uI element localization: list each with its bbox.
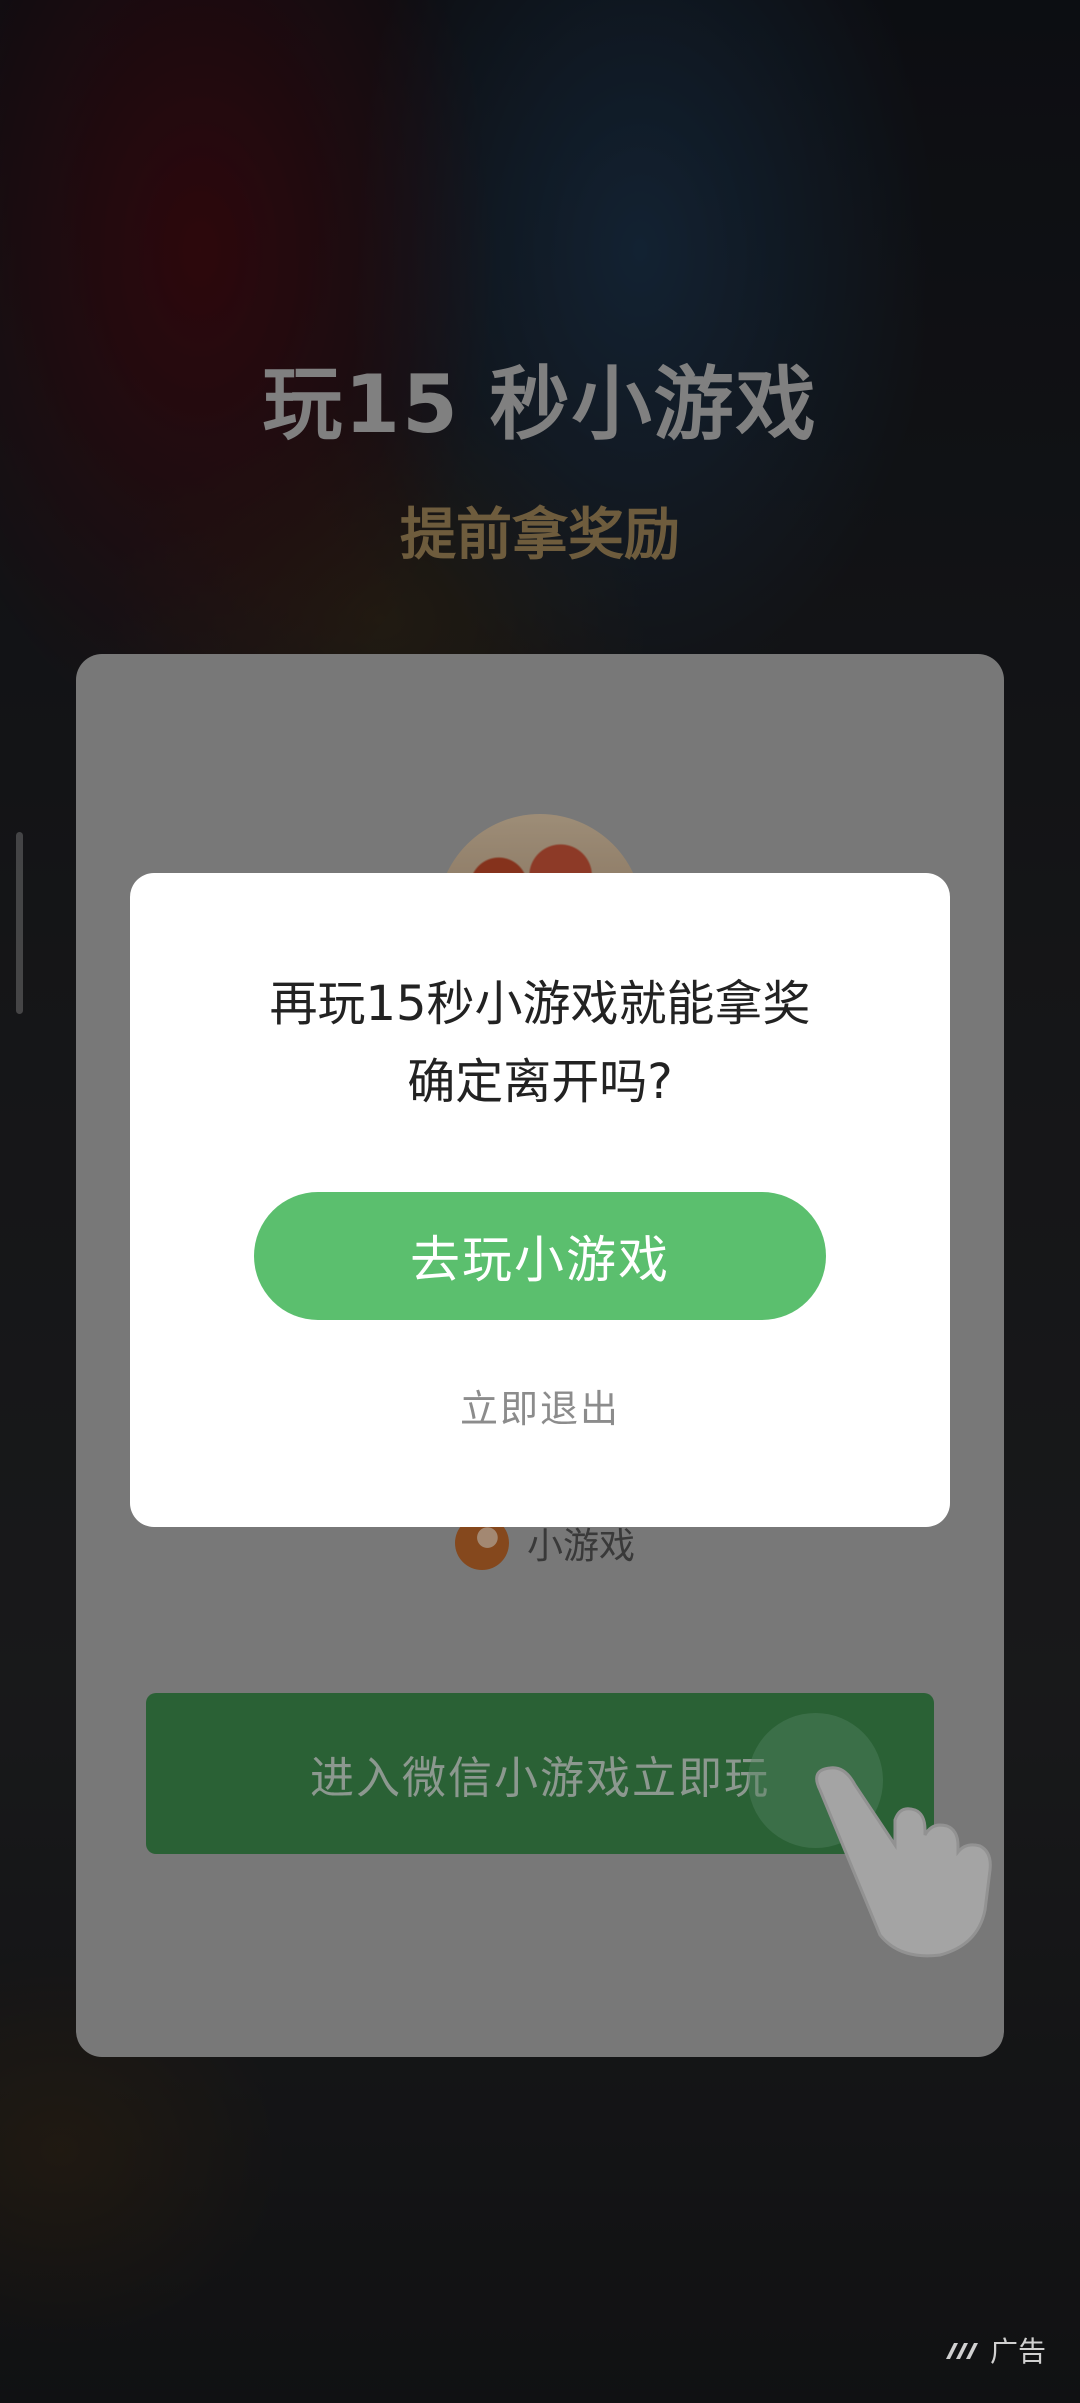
exit-now-button[interactable]: 立即退出 — [130, 1378, 950, 1433]
dialog-message-line1: 再玩15秒小游戏就能拿奖 — [269, 976, 811, 1032]
play-mini-game-button[interactable]: 去玩小游戏 — [254, 1192, 826, 1320]
dialog-message-line2: 确定离开吗? — [407, 1054, 673, 1110]
dialog-message: 再玩15秒小游戏就能拿奖 确定离开吗? — [130, 965, 950, 1121]
ad-badge: 广告 — [944, 2330, 1046, 2370]
ad-logo-icon — [945, 2343, 978, 2359]
ad-label: 广告 — [989, 2335, 1046, 2368]
exit-confirm-dialog: 再玩15秒小游戏就能拿奖 确定离开吗? 去玩小游戏 立即退出 — [130, 873, 950, 1527]
